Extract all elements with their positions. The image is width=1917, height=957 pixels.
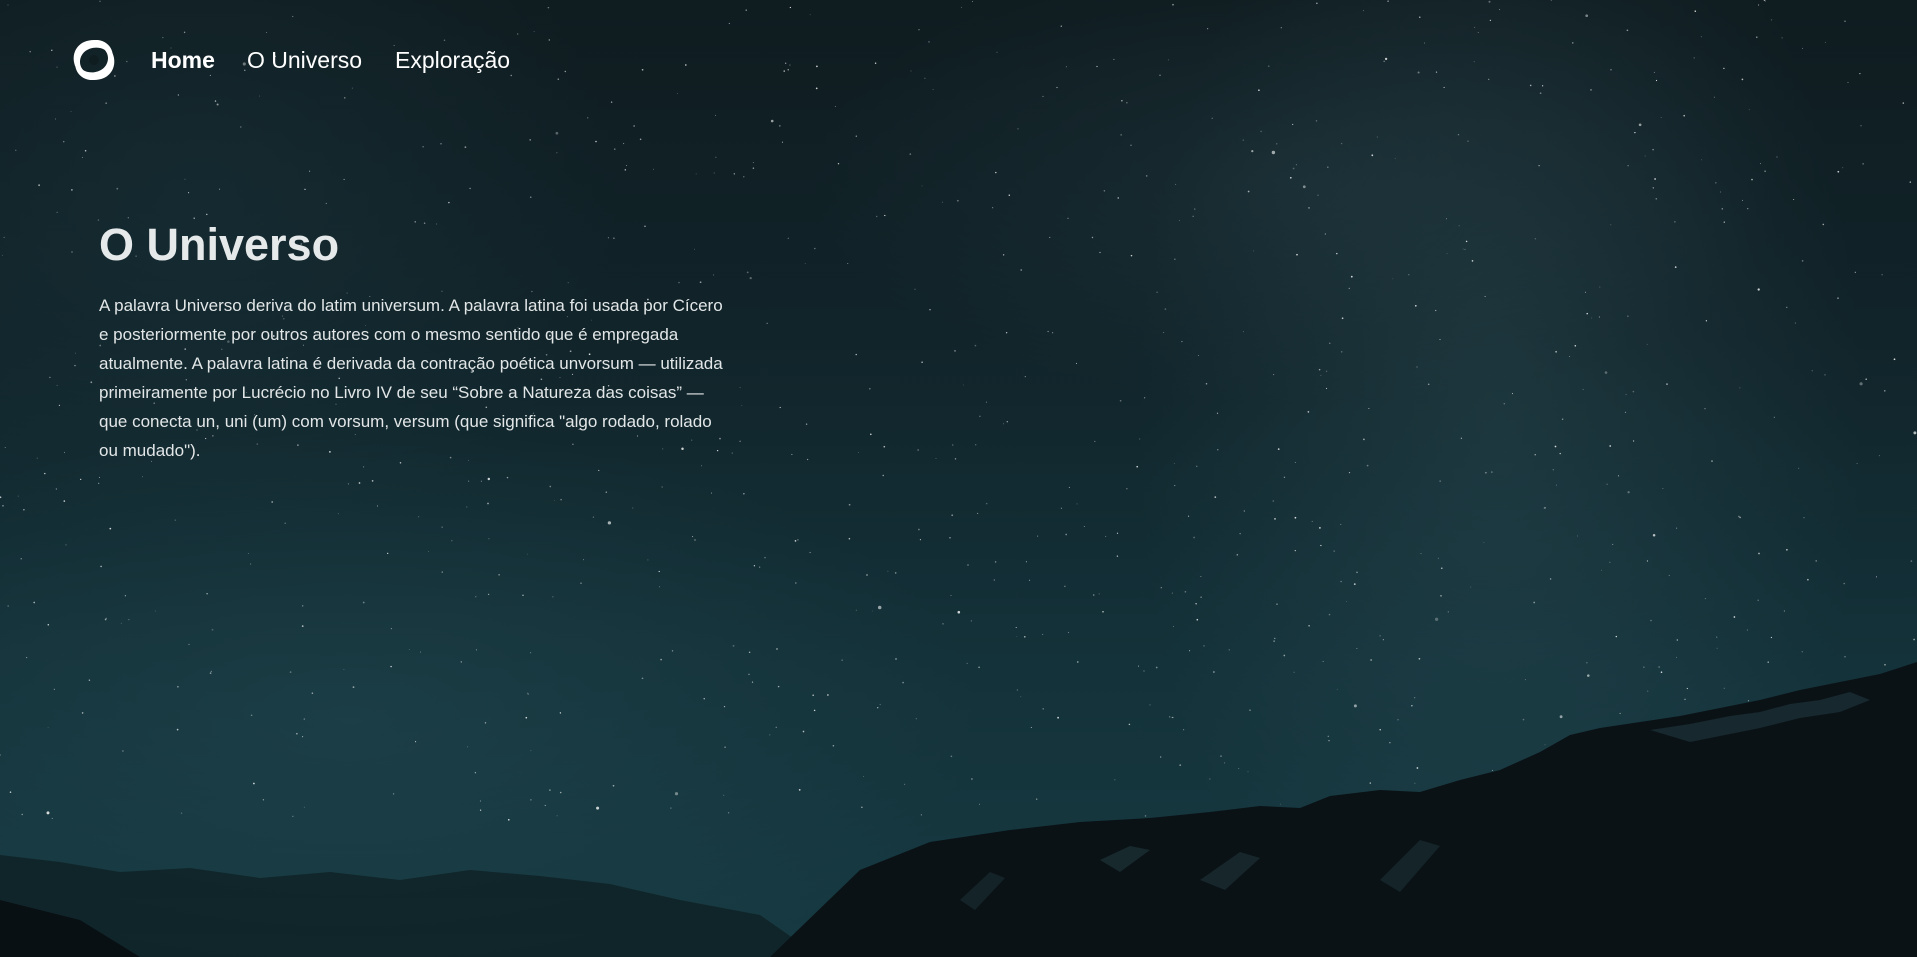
page: Home O Universo Exploração O Universo A … xyxy=(0,0,1917,957)
nav-o-universo[interactable]: O Universo xyxy=(247,46,362,74)
main-navigation: Home O Universo Exploração xyxy=(68,34,510,86)
nav-exploracao[interactable]: Exploração xyxy=(395,46,510,74)
nav-home[interactable]: Home xyxy=(151,46,215,74)
mountain-silhouette xyxy=(0,662,1917,957)
hero-title: O Universo xyxy=(99,219,340,270)
swirl-logo-icon[interactable] xyxy=(68,34,120,86)
hero-paragraph: A palavra Universo deriva do latim unive… xyxy=(99,296,723,460)
